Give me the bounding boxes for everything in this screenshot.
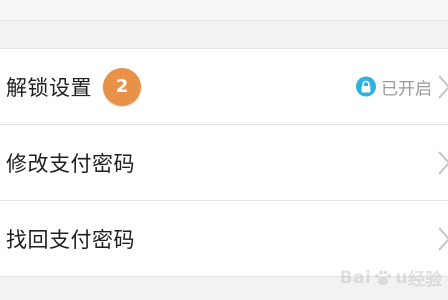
row-label: 解锁设置 — [6, 75, 92, 100]
row-label: 找回支付密码 — [6, 227, 135, 252]
status-text: 已开启 — [381, 79, 432, 99]
step-badge: 2 — [103, 67, 141, 106]
chevron-right-icon — [438, 74, 448, 99]
top-strip — [0, 0, 448, 21]
settings-list: 解锁设置 2 已开启 修改支付密码 找回支付密码 — [0, 48, 448, 277]
row-label: 修改支付密码 — [6, 151, 135, 176]
settings-screen: 解锁设置 2 已开启 修改支付密码 找回支付密码 Bai u 经验 — [0, 0, 448, 300]
status-indicator: 已开启 — [356, 74, 432, 99]
row-unlock-settings[interactable]: 解锁设置 2 已开启 — [0, 49, 448, 125]
chevron-right-icon — [438, 226, 448, 251]
chevron-right-icon — [438, 150, 448, 175]
row-change-payment-password[interactable]: 修改支付密码 — [0, 125, 448, 201]
lock-icon — [356, 76, 376, 97]
row-recover-payment-password[interactable]: 找回支付密码 — [0, 201, 448, 277]
